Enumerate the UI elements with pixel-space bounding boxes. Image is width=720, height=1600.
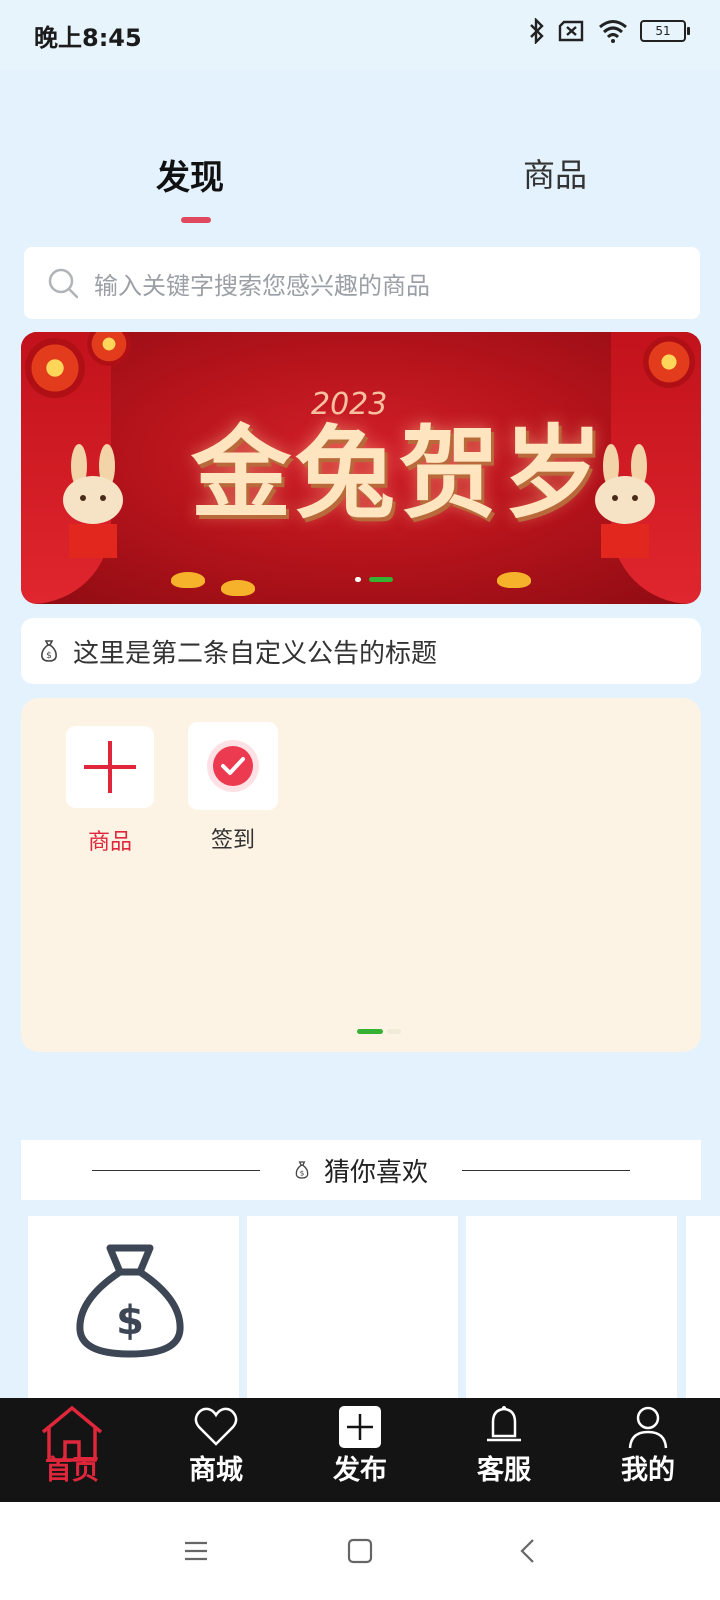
money-bag-icon: $ bbox=[41, 640, 57, 662]
menu-icon[interactable] bbox=[181, 1536, 211, 1566]
product-card[interactable]: $ bbox=[28, 1216, 239, 1400]
notice-text: 这里是第二条自定义公告的标题 bbox=[73, 638, 438, 669]
wifi-icon bbox=[599, 20, 627, 43]
nav-label: 首页 bbox=[45, 1455, 99, 1486]
nav-label: 我的 bbox=[621, 1455, 675, 1486]
back-icon[interactable] bbox=[513, 1536, 543, 1566]
svg-text:$: $ bbox=[46, 651, 52, 661]
nav-item-home[interactable]: 首页 bbox=[17, 1398, 127, 1487]
banner-title: 金兔贺岁 bbox=[191, 414, 607, 532]
grid-page-dot bbox=[387, 1029, 401, 1034]
divider bbox=[462, 1169, 630, 1171]
grid-item-label: 签到 bbox=[210, 828, 255, 853]
system-navigation-bar bbox=[0, 1502, 720, 1600]
svg-text:$: $ bbox=[300, 1169, 305, 1178]
divider bbox=[91, 1169, 260, 1171]
guess-title-wrap: $ 猜你喜欢 bbox=[294, 1152, 428, 1189]
search-input[interactable]: 输入关键字搜索您感兴趣的商品 bbox=[24, 247, 700, 319]
heart-icon bbox=[194, 1407, 238, 1446]
money-bag-icon: $ bbox=[295, 1161, 309, 1179]
quick-access-panel: 商品 签到 bbox=[21, 698, 701, 1052]
flower-decoration bbox=[25, 338, 85, 398]
flower-decoration bbox=[643, 336, 695, 388]
svg-text:$: $ bbox=[116, 1298, 144, 1344]
rabbit-illustration bbox=[63, 444, 123, 558]
search-placeholder: 输入关键字搜索您感兴趣的商品 bbox=[94, 271, 430, 300]
bell-icon bbox=[487, 1406, 521, 1442]
sim-x-icon bbox=[558, 20, 584, 42]
banner-page-dot-active[interactable] bbox=[369, 577, 393, 582]
grid-page-dot-active bbox=[357, 1029, 383, 1034]
nav-item-mall[interactable]: 商城 bbox=[161, 1398, 271, 1487]
banner-page-dot[interactable] bbox=[355, 577, 361, 582]
status-icons: 51 bbox=[528, 18, 690, 44]
nav-item-service[interactable]: 客服 bbox=[449, 1398, 559, 1487]
banner-carousel[interactable]: 2023 金兔贺岁 bbox=[21, 332, 701, 604]
bottom-navigation: 首页 商城 发布 客服 我的 bbox=[0, 1398, 720, 1502]
rabbit-illustration bbox=[595, 444, 655, 558]
money-bag-icon: $ bbox=[76, 1244, 184, 1358]
tab-discover[interactable]: 发现 bbox=[156, 150, 224, 199]
nav-item-publish[interactable]: 发布 bbox=[305, 1398, 415, 1487]
product-card[interactable] bbox=[466, 1216, 677, 1400]
nav-label: 商城 bbox=[189, 1455, 243, 1486]
status-time: 晚上8:45 bbox=[34, 24, 142, 52]
gold-ingot-decoration bbox=[171, 572, 205, 588]
guess-you-like-header: $ 猜你喜欢 bbox=[21, 1140, 701, 1200]
search-icon bbox=[48, 268, 79, 299]
product-card[interactable] bbox=[247, 1216, 458, 1400]
notice-bar[interactable]: $ 这里是第二条自定义公告的标题 bbox=[21, 618, 701, 684]
plus-box-icon bbox=[339, 1406, 381, 1448]
product-card[interactable] bbox=[686, 1216, 720, 1400]
grid-tile bbox=[66, 726, 154, 808]
grid-tile bbox=[188, 722, 278, 810]
nav-label: 发布 bbox=[333, 1455, 387, 1486]
nav-label: 客服 bbox=[477, 1455, 531, 1486]
gold-ingot-decoration bbox=[497, 572, 531, 588]
gold-ingot-decoration bbox=[221, 580, 255, 596]
grid-item-checkin[interactable]: 签到 bbox=[183, 722, 283, 854]
nav-item-mine[interactable]: 我的 bbox=[593, 1398, 703, 1487]
user-icon bbox=[628, 1406, 668, 1449]
battery-icon: 51 bbox=[640, 20, 690, 42]
grid-item-label: 商品 bbox=[87, 830, 132, 855]
tab-goods[interactable]: 商品 bbox=[523, 150, 587, 196]
bluetooth-icon bbox=[530, 18, 544, 44]
plus-icon bbox=[84, 741, 136, 793]
guess-title: 猜你喜欢 bbox=[323, 1157, 428, 1188]
battery-level: 51 bbox=[655, 24, 671, 38]
check-icon bbox=[207, 740, 259, 792]
home-square-icon[interactable] bbox=[345, 1536, 375, 1566]
tab-active-indicator bbox=[181, 217, 211, 223]
grid-item-goods[interactable]: 商品 bbox=[60, 726, 160, 856]
